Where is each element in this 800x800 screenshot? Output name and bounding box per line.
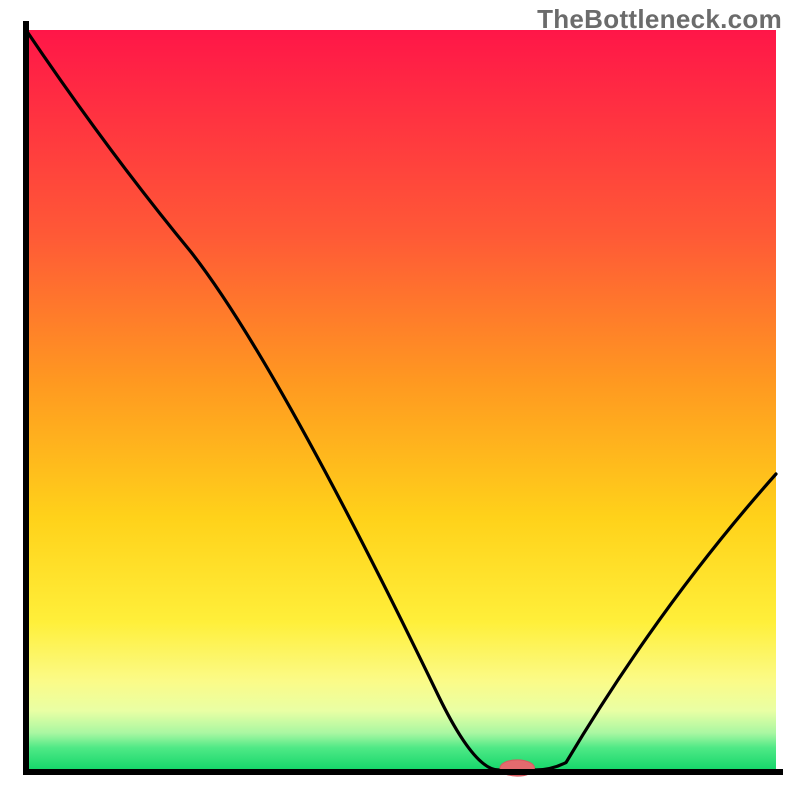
watermark-text: TheBottleneck.com [537,4,782,35]
chart-svg [0,0,800,800]
plot-area [26,24,780,776]
chart-container: TheBottleneck.com [0,0,800,800]
gradient-background [26,30,776,770]
